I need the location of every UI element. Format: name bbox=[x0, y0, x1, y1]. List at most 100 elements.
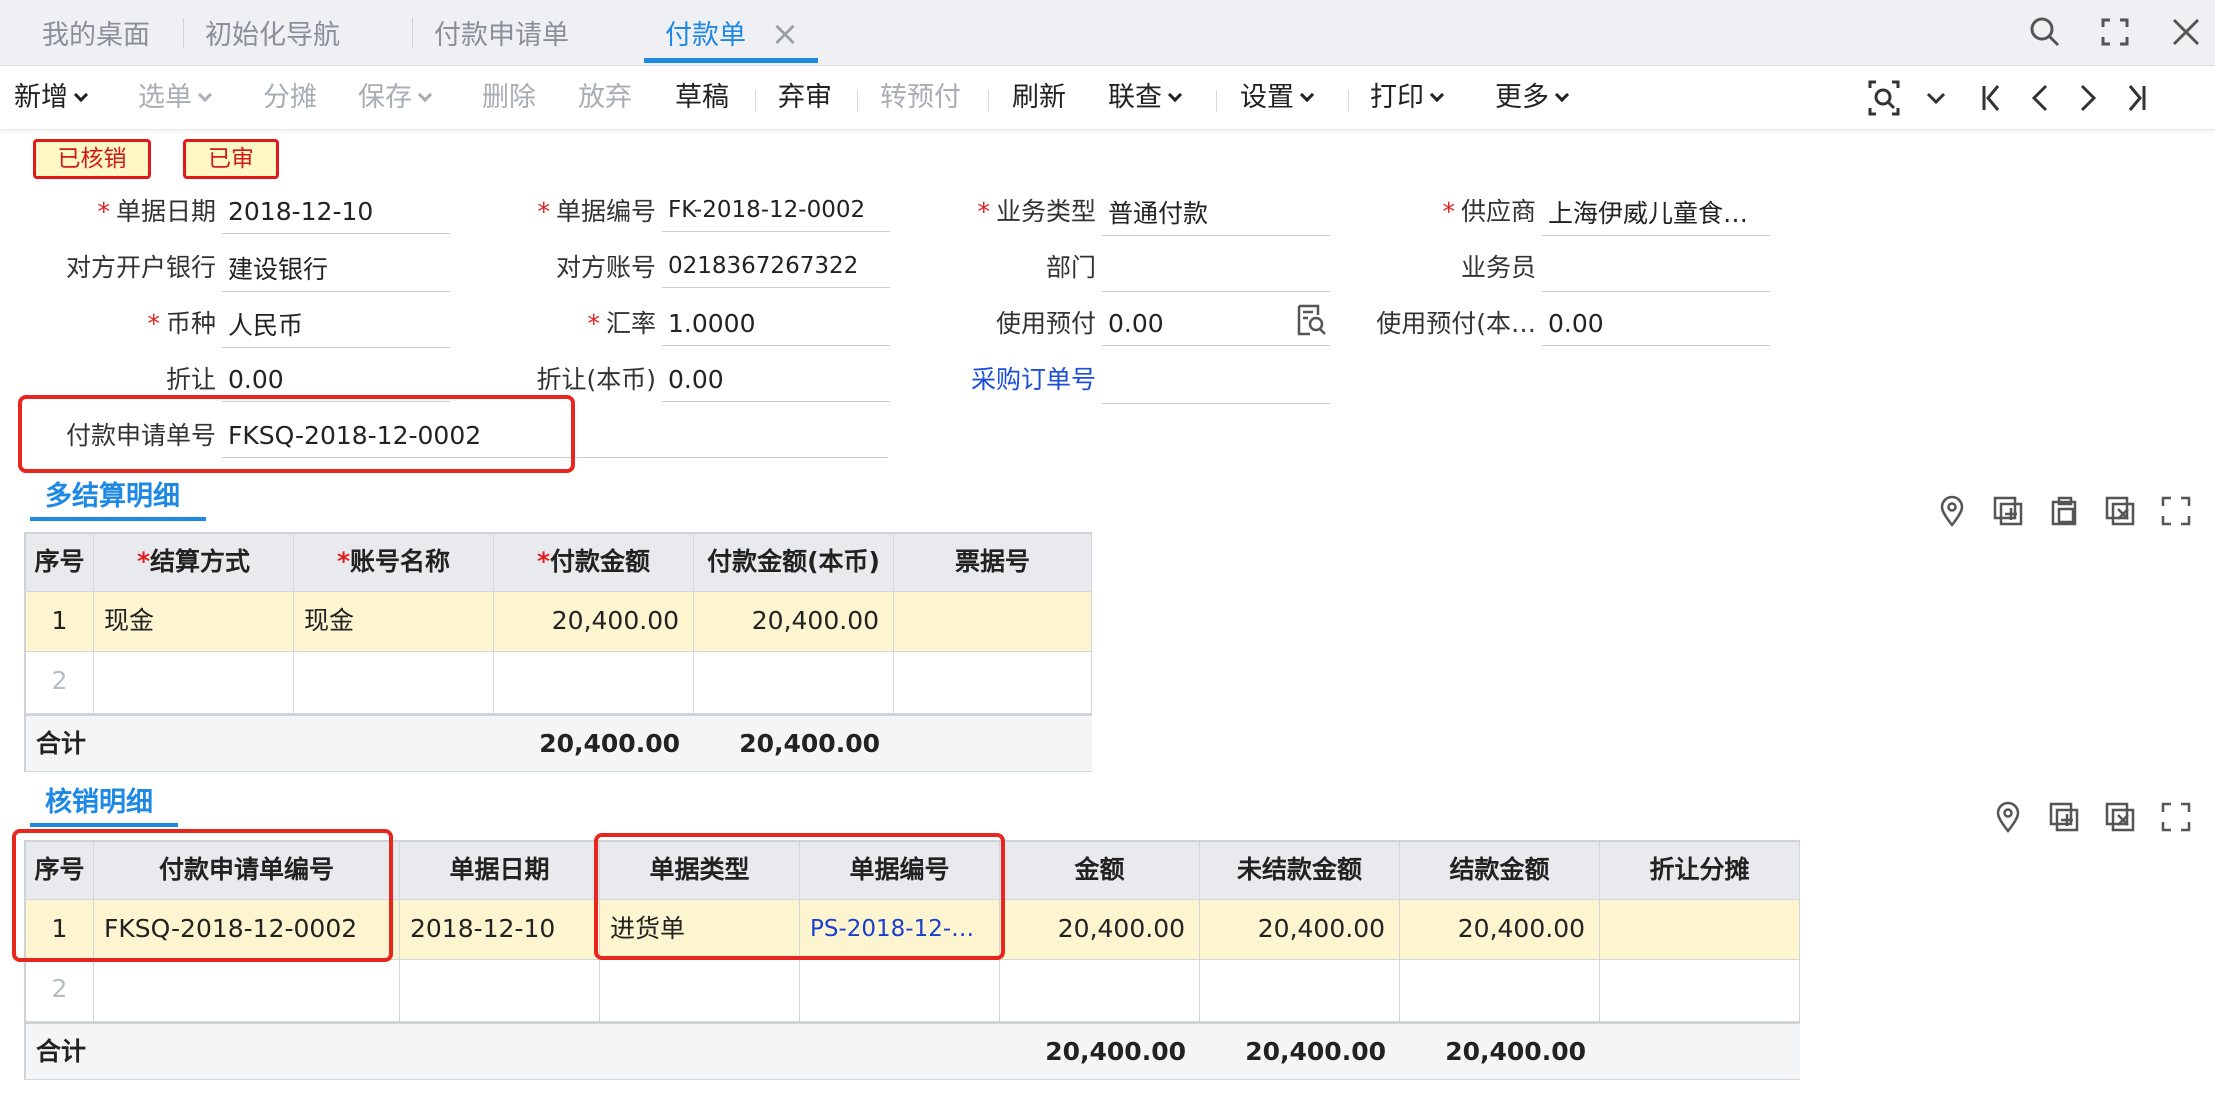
column-header: 未结款金额 bbox=[1200, 842, 1400, 900]
bill-no-cell[interactable] bbox=[894, 592, 1092, 652]
discount-local-field[interactable]: 0.00 bbox=[662, 358, 890, 402]
use-prepay-label: 使用预付 bbox=[995, 309, 1096, 338]
tab-init-nav[interactable]: 初始化导航 bbox=[205, 0, 340, 66]
add-row-icon[interactable] bbox=[2047, 800, 2081, 834]
po-no-field[interactable] bbox=[1102, 360, 1330, 404]
lookup-icon[interactable] bbox=[1294, 302, 1328, 338]
linked-query-button[interactable]: 联查 bbox=[1108, 66, 1183, 130]
doc-date-cell[interactable]: 2018-12-10 bbox=[400, 900, 600, 960]
total-amount: 20,400.00 bbox=[494, 714, 694, 772]
column-header: 单据日期 bbox=[400, 842, 600, 900]
print-button[interactable]: 打印 bbox=[1370, 66, 1445, 130]
unaudit-button[interactable]: 弃审 bbox=[778, 66, 832, 130]
settled-amount-cell[interactable] bbox=[1400, 960, 1600, 1022]
add-row-icon[interactable] bbox=[1991, 494, 2025, 528]
doc-date-field[interactable]: 2018-12-10 bbox=[222, 190, 450, 234]
preview-icon[interactable] bbox=[1866, 78, 1902, 118]
bank-field[interactable]: 建设银行 bbox=[222, 248, 450, 292]
more-button[interactable]: 更多 bbox=[1495, 66, 1570, 130]
expand-icon[interactable] bbox=[2159, 800, 2193, 834]
close-window-icon[interactable] bbox=[2166, 12, 2206, 52]
column-header: 付款申请单编号 bbox=[94, 842, 400, 900]
delete-row-icon[interactable] bbox=[2103, 800, 2137, 834]
salesman-label: 业务员 bbox=[1460, 253, 1536, 282]
unsettled-amount-cell[interactable]: 20,400.00 bbox=[1200, 900, 1400, 960]
next-record-icon[interactable] bbox=[2070, 78, 2106, 118]
delete-button[interactable]: 删除 bbox=[482, 66, 536, 130]
search-icon[interactable] bbox=[2025, 12, 2065, 52]
unsettled-amount-cell[interactable] bbox=[1200, 960, 1400, 1022]
total-amount-local: 20,400.00 bbox=[694, 714, 894, 772]
section-underline bbox=[30, 823, 178, 827]
bill-no-cell[interactable] bbox=[894, 652, 1092, 714]
save-button[interactable]: 保存 bbox=[358, 66, 433, 130]
column-header: 票据号 bbox=[894, 534, 1092, 592]
discount-label: 折让 bbox=[165, 365, 216, 394]
use-prepay-local-field[interactable]: 0.00 bbox=[1542, 302, 1770, 346]
column-header: 序号 bbox=[26, 842, 94, 900]
doc-type-cell[interactable] bbox=[600, 960, 800, 1022]
doc-no-link[interactable]: PS-2018-12-… bbox=[800, 900, 1000, 960]
biz-type-field[interactable]: 普通付款 bbox=[1102, 192, 1330, 236]
salesman-field[interactable] bbox=[1542, 248, 1770, 292]
prev-record-icon[interactable] bbox=[2022, 78, 2058, 118]
split-button[interactable]: 分摊 bbox=[263, 66, 317, 130]
doc-type-cell[interactable]: 进货单 bbox=[600, 900, 800, 960]
draft-button[interactable]: 草稿 bbox=[675, 66, 729, 130]
account-name-cell[interactable] bbox=[294, 652, 494, 714]
settings-button[interactable]: 设置 bbox=[1240, 66, 1315, 130]
settled-amount-cell[interactable]: 20,400.00 bbox=[1400, 900, 1600, 960]
discount-field[interactable]: 0.00 bbox=[222, 358, 450, 402]
column-header: *账号名称 bbox=[294, 534, 494, 592]
location-icon[interactable] bbox=[1935, 494, 1969, 528]
column-header: 结款金额 bbox=[1400, 842, 1600, 900]
add-button[interactable]: 新增 bbox=[14, 66, 89, 130]
dept-field[interactable] bbox=[1102, 248, 1330, 292]
account-field[interactable]: 0218367267322 bbox=[662, 244, 890, 288]
biz-type-label: * 业务类型 bbox=[977, 197, 1096, 226]
close-tab-icon[interactable]: × bbox=[770, 16, 800, 52]
writeoff-table: 序号 付款申请单编号 单据日期 单据类型 单据编号 金额 未结款金额 结款金额 … bbox=[24, 840, 1800, 1080]
last-record-icon[interactable] bbox=[2118, 78, 2154, 118]
settlement-method-cell[interactable] bbox=[94, 652, 294, 714]
account-name-cell[interactable]: 现金 bbox=[294, 592, 494, 652]
tab-payment-request[interactable]: 付款申请单 bbox=[434, 0, 569, 66]
settlement-method-cell[interactable]: 现金 bbox=[94, 592, 294, 652]
tab-my-desktop[interactable]: 我的桌面 bbox=[42, 0, 150, 66]
pay-amount-cell[interactable]: 20,400.00 bbox=[494, 592, 694, 652]
pay-request-no-cell[interactable] bbox=[94, 960, 400, 1022]
refresh-button[interactable]: 刷新 bbox=[1012, 66, 1066, 130]
chevron-down-icon[interactable] bbox=[1918, 78, 1954, 118]
pay-request-no-cell[interactable]: FKSQ-2018-12-0002 bbox=[94, 900, 400, 960]
copy-row-icon[interactable] bbox=[2047, 494, 2081, 528]
amount-cell[interactable] bbox=[1000, 960, 1200, 1022]
po-no-link[interactable]: 采购订单号 bbox=[900, 358, 1096, 402]
tab-payment[interactable]: 付款单 bbox=[665, 0, 746, 66]
discard-button[interactable]: 放弃 bbox=[578, 66, 632, 130]
doc-no-cell[interactable] bbox=[800, 960, 1000, 1022]
dept-label: 部门 bbox=[1045, 253, 1096, 282]
amount-cell[interactable]: 20,400.00 bbox=[1000, 900, 1200, 960]
rate-field[interactable]: 1.0000 bbox=[662, 302, 890, 346]
select-button[interactable]: 选单 bbox=[138, 66, 213, 130]
discount-share-cell[interactable] bbox=[1600, 900, 1800, 960]
row-number: 1 bbox=[26, 592, 94, 652]
first-record-icon[interactable] bbox=[1974, 78, 2010, 118]
pay-amount-cell[interactable] bbox=[494, 652, 694, 714]
supplier-field[interactable]: 上海伊威儿童食… bbox=[1542, 192, 1770, 236]
doc-date-cell[interactable] bbox=[400, 960, 600, 1022]
total-settled: 20,400.00 bbox=[1400, 1022, 1600, 1080]
tab-bar: 我的桌面 初始化导航 付款申请单 付款单 × bbox=[0, 0, 2215, 66]
fullscreen-icon[interactable] bbox=[2095, 12, 2135, 52]
bank-label: 对方开户银行 bbox=[65, 253, 216, 282]
expand-icon[interactable] bbox=[2159, 494, 2193, 528]
pay-request-no-field[interactable]: FKSQ-2018-12-0002 bbox=[222, 414, 888, 458]
pay-amount-local-cell[interactable] bbox=[694, 652, 894, 714]
location-icon[interactable] bbox=[1991, 800, 2025, 834]
discount-share-cell[interactable] bbox=[1600, 960, 1800, 1022]
currency-field[interactable]: 人民币 bbox=[222, 304, 450, 348]
to-prepay-button[interactable]: 转预付 bbox=[880, 66, 961, 130]
pay-amount-local-cell[interactable]: 20,400.00 bbox=[694, 592, 894, 652]
delete-row-icon[interactable] bbox=[2103, 494, 2137, 528]
doc-no-field[interactable]: FK-2018-12-0002 bbox=[662, 188, 890, 232]
